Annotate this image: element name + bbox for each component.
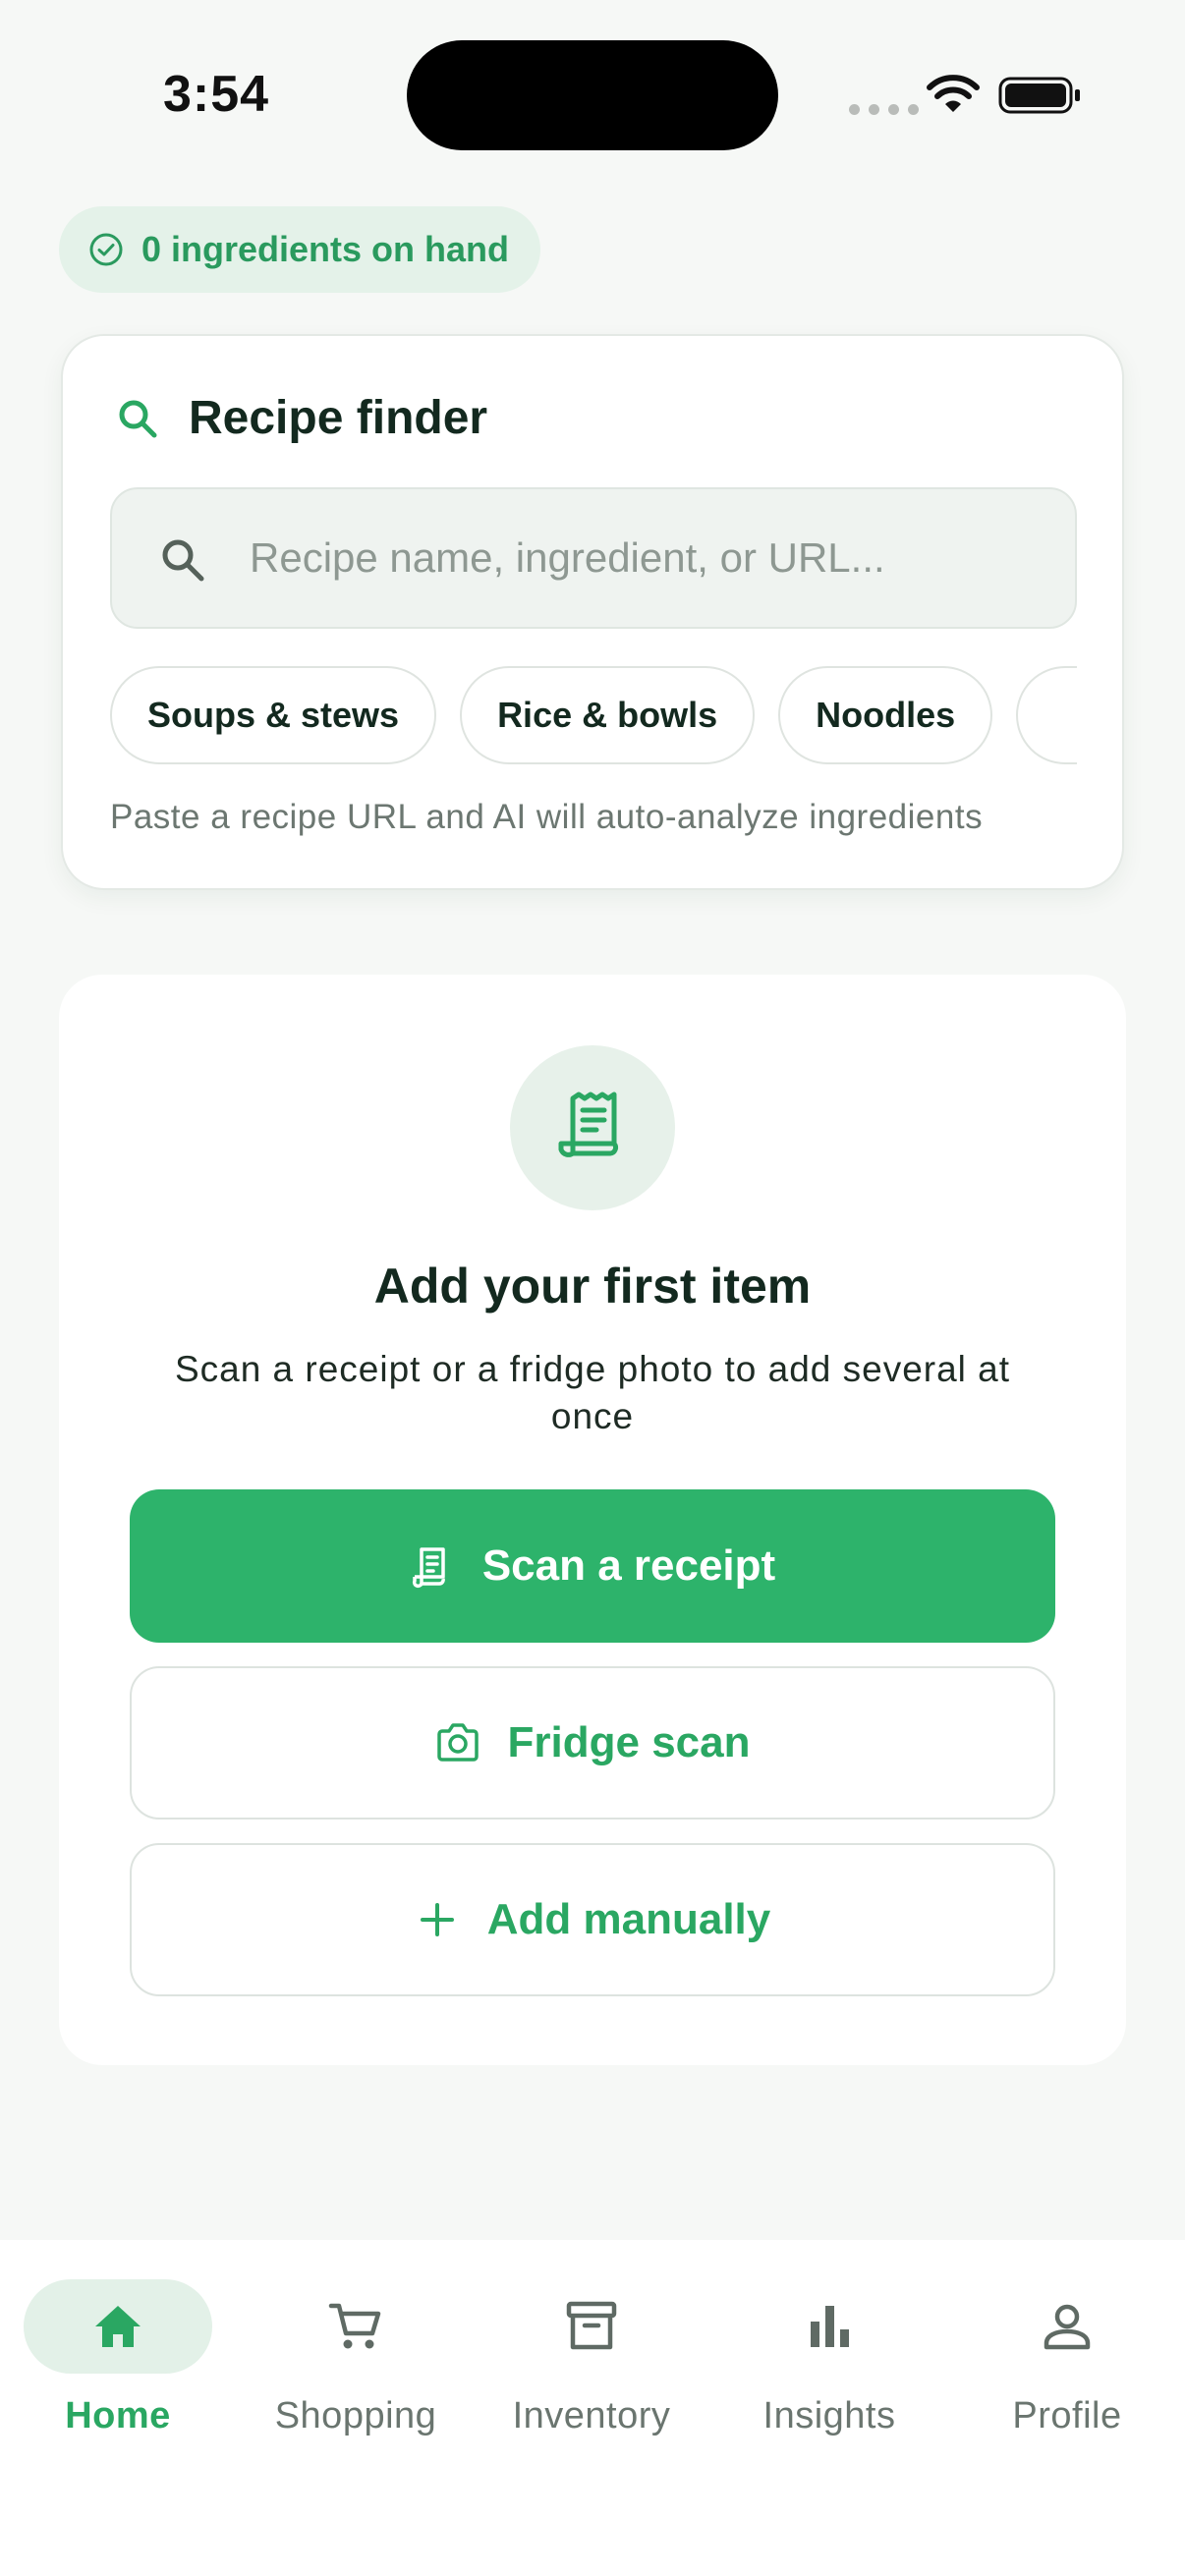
nav-label-inventory: Inventory bbox=[512, 2395, 671, 2436]
fridge-scan-label: Fridge scan bbox=[507, 1718, 751, 1766]
recipe-category-chips: Soups & stews Rice & bowls Noodles bbox=[110, 666, 1077, 768]
receipt-icon-circle bbox=[510, 1045, 675, 1210]
empty-state-subtitle: Scan a receipt or a fridge photo to add … bbox=[174, 1349, 1011, 1436]
bottom-nav-bar: Home Shopping Inventory Insights Profile bbox=[0, 2240, 1185, 2576]
recipe-search-box[interactable] bbox=[110, 487, 1077, 629]
check-circle-icon bbox=[89, 233, 123, 266]
nav-item-shopping[interactable]: Shopping bbox=[238, 2279, 474, 2456]
dynamic-island bbox=[407, 40, 778, 150]
cart-icon bbox=[328, 2303, 381, 2349]
person-icon bbox=[1044, 2304, 1091, 2350]
nav-item-home[interactable]: Home bbox=[0, 2279, 236, 2456]
home-icon bbox=[95, 2306, 141, 2347]
nav-item-profile[interactable]: Profile bbox=[949, 2279, 1185, 2456]
cellular-signal-icon bbox=[849, 104, 919, 115]
status-time: 3:54 bbox=[163, 66, 270, 123]
recipe-finder-header: Recipe finder bbox=[114, 391, 487, 445]
empty-inventory-card: Add your first item Scan a receipt or a … bbox=[59, 975, 1126, 2065]
nav-label-insights: Insights bbox=[762, 2395, 896, 2436]
receipt-icon bbox=[558, 1092, 619, 1157]
nav-label-profile: Profile bbox=[1012, 2395, 1122, 2436]
category-chip-soups-stews[interactable]: Soups & stews bbox=[110, 666, 437, 764]
plus-icon bbox=[420, 1903, 454, 1936]
nav-label-shopping: Shopping bbox=[274, 2395, 437, 2436]
nav-item-inventory[interactable]: Inventory bbox=[474, 2279, 709, 2456]
bar-chart-icon bbox=[811, 2306, 849, 2347]
scan-receipt-button[interactable]: Scan a receipt bbox=[130, 1489, 1055, 1643]
ingredients-on-hand-badge[interactable]: 0 ingredients on hand bbox=[59, 206, 541, 293]
battery-icon bbox=[998, 77, 1080, 114]
camera-icon bbox=[436, 1723, 479, 1762]
recipe-search-input[interactable] bbox=[250, 489, 1055, 627]
scan-receipt-label: Scan a receipt bbox=[481, 1541, 776, 1590]
nav-item-insights[interactable]: Insights bbox=[711, 2279, 947, 2456]
ingredients-on-hand-label: 0 ingredients on hand bbox=[141, 229, 510, 269]
category-chip-more[interactable] bbox=[1016, 666, 1077, 764]
add-manually-button[interactable]: Add manually bbox=[130, 1843, 1055, 1996]
receipt-icon bbox=[412, 1547, 445, 1589]
search-icon bbox=[119, 400, 157, 437]
add-manually-label: Add manually bbox=[486, 1895, 771, 1943]
category-chip-noodles[interactable]: Noodles bbox=[778, 666, 993, 764]
recipe-finder-title: Recipe finder bbox=[189, 392, 488, 444]
wifi-icon bbox=[927, 75, 980, 112]
recipe-finder-hint: Paste a recipe URL and AI will auto-anal… bbox=[110, 798, 984, 836]
category-chip-rice-bowls[interactable]: Rice & bowls bbox=[460, 666, 756, 764]
archive-box-icon bbox=[566, 2301, 617, 2350]
fridge-scan-button[interactable]: Fridge scan bbox=[130, 1666, 1055, 1820]
nav-label-home: Home bbox=[65, 2395, 171, 2436]
empty-state-title: Add your first item bbox=[373, 1259, 812, 1314]
search-icon bbox=[162, 539, 204, 582]
recipe-finder-card: Recipe finder Soups & stews Rice & bowls… bbox=[61, 334, 1124, 890]
